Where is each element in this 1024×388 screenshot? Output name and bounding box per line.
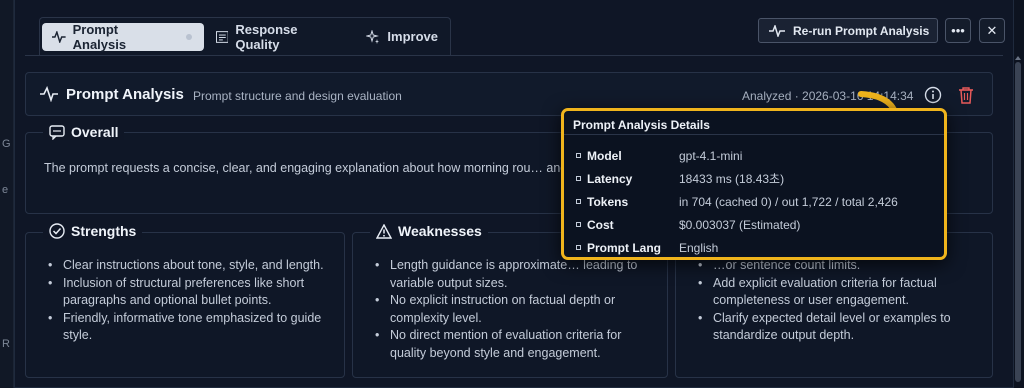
detail-row-prompt-lang: Prompt Lang English xyxy=(576,236,944,259)
bullet-square-icon xyxy=(576,153,581,158)
analysis-details-popover: Prompt Analysis Details Model gpt-4.1-mi… xyxy=(561,108,947,260)
rerun-label: Re-run Prompt Analysis xyxy=(793,23,930,38)
detail-value: gpt-4.1-mini xyxy=(679,148,743,163)
list-item: Clear instructions about tone, style, an… xyxy=(46,257,328,275)
popover-rows: Model gpt-4.1-mini Latency 18433 ms (18.… xyxy=(564,135,944,259)
suggestions-list: …or sentence count limits. Add explicit … xyxy=(696,257,976,345)
detail-key: Model xyxy=(587,148,622,163)
detail-key: Prompt Lang xyxy=(587,240,661,255)
check-circle-icon xyxy=(49,223,65,239)
bullet-square-icon xyxy=(576,176,581,181)
tab-response-quality[interactable]: Response Quality xyxy=(206,21,355,52)
comment-icon xyxy=(49,124,65,140)
sparkles-icon xyxy=(366,29,380,44)
list-item: No direct mention of evaluation criteria… xyxy=(373,327,651,362)
more-options-button[interactable]: ••• xyxy=(945,18,971,43)
popover-title: Prompt Analysis Details xyxy=(564,111,944,135)
list-item: Length guidance is approximate… leading … xyxy=(373,257,651,292)
list-item: Add explicit evaluation criteria for fac… xyxy=(696,275,976,310)
section-title: Overall xyxy=(71,124,119,140)
overall-heading: Overall xyxy=(43,124,125,140)
detail-value: 18433 ms (18.43초) xyxy=(679,172,785,186)
page-title: Prompt Analysis xyxy=(66,86,184,103)
warning-icon xyxy=(376,223,392,239)
detail-value: $0.003037 (Estimated) xyxy=(679,217,801,232)
pulse-icon xyxy=(40,86,58,102)
detail-key: Cost xyxy=(587,217,614,232)
more-icon: ••• xyxy=(951,23,965,38)
document-icon xyxy=(215,30,229,43)
scrollbar-thumb[interactable] xyxy=(1015,62,1021,382)
background-sidebar: G e R xyxy=(0,0,14,388)
info-icon[interactable] xyxy=(924,86,942,104)
detail-row-latency: Latency 18433 ms (18.43초) xyxy=(576,167,944,190)
tab-improve[interactable]: Improve xyxy=(356,23,450,51)
tab-label: Response Quality xyxy=(235,21,298,52)
detail-value: in 704 (cached 0) / out 1,722 / total 2,… xyxy=(679,194,898,209)
section-title: Weaknesses xyxy=(398,223,482,239)
strengths-list: Clear instructions about tone, style, an… xyxy=(46,257,328,345)
bullet-square-icon xyxy=(576,199,581,204)
close-icon: ✕ xyxy=(986,22,998,38)
rerun-analysis-button[interactable]: Re-run Prompt Analysis xyxy=(758,18,938,43)
page-subtitle: Prompt structure and design evaluation xyxy=(193,89,402,103)
list-item: Friendly, informative tone emphasized to… xyxy=(46,310,328,345)
active-dot xyxy=(185,33,192,40)
detail-key: Tokens xyxy=(587,194,629,209)
weaknesses-heading: Weaknesses xyxy=(370,223,488,239)
detail-key: Latency xyxy=(587,171,633,186)
scroll-up-arrow-icon[interactable] xyxy=(1015,56,1021,60)
list-item: Clarify expected detail level or example… xyxy=(696,310,976,345)
list-item: Inclusion of structural preferences like… xyxy=(46,275,328,310)
background-char: R xyxy=(2,338,10,350)
section-title: Strengths xyxy=(71,223,137,239)
detail-value: English xyxy=(679,240,719,255)
bullet-square-icon xyxy=(576,222,581,227)
strengths-heading: Strengths xyxy=(43,223,143,239)
bullet-square-icon xyxy=(576,245,581,250)
pulse-icon xyxy=(769,24,785,37)
tab-label: Improve xyxy=(387,29,438,44)
tab-strip: Prompt Analysis Response Quality Improve xyxy=(39,17,451,55)
tab-prompt-analysis[interactable]: Prompt Analysis xyxy=(42,21,204,52)
divider xyxy=(25,55,1003,56)
background-char: e xyxy=(2,184,9,196)
background-char: G xyxy=(2,138,11,150)
strengths-card: Clear instructions about tone, style, an… xyxy=(25,232,345,378)
detail-row-tokens: Tokens in 704 (cached 0) / out 1,722 / t… xyxy=(576,190,944,213)
weaknesses-list: Length guidance is approximate… leading … xyxy=(373,257,651,362)
tab-label: Prompt Analysis xyxy=(72,21,127,52)
trash-icon[interactable] xyxy=(958,86,974,104)
detail-row-cost: Cost $0.003037 (Estimated) xyxy=(576,213,944,236)
close-button[interactable]: ✕ xyxy=(979,18,1005,43)
pulse-icon xyxy=(52,30,66,43)
detail-row-model: Model gpt-4.1-mini xyxy=(576,144,944,167)
list-item: No explicit instruction on factual depth… xyxy=(373,292,651,327)
